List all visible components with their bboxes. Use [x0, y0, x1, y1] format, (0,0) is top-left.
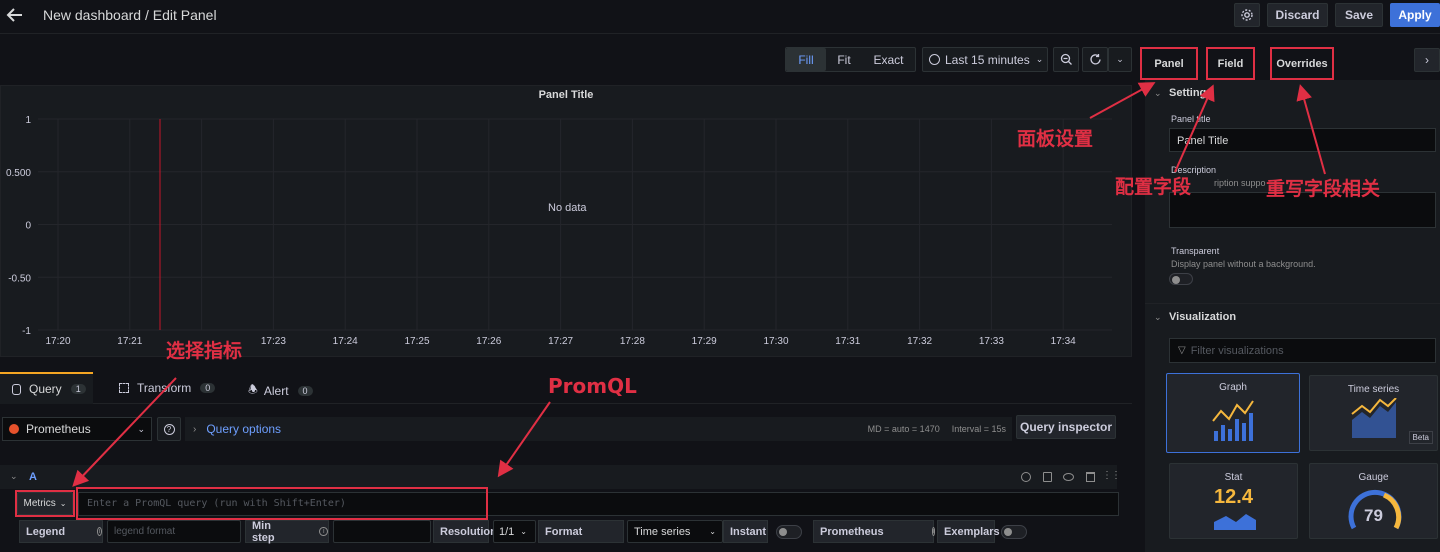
annotation-arrows — [72, 82, 1326, 487]
